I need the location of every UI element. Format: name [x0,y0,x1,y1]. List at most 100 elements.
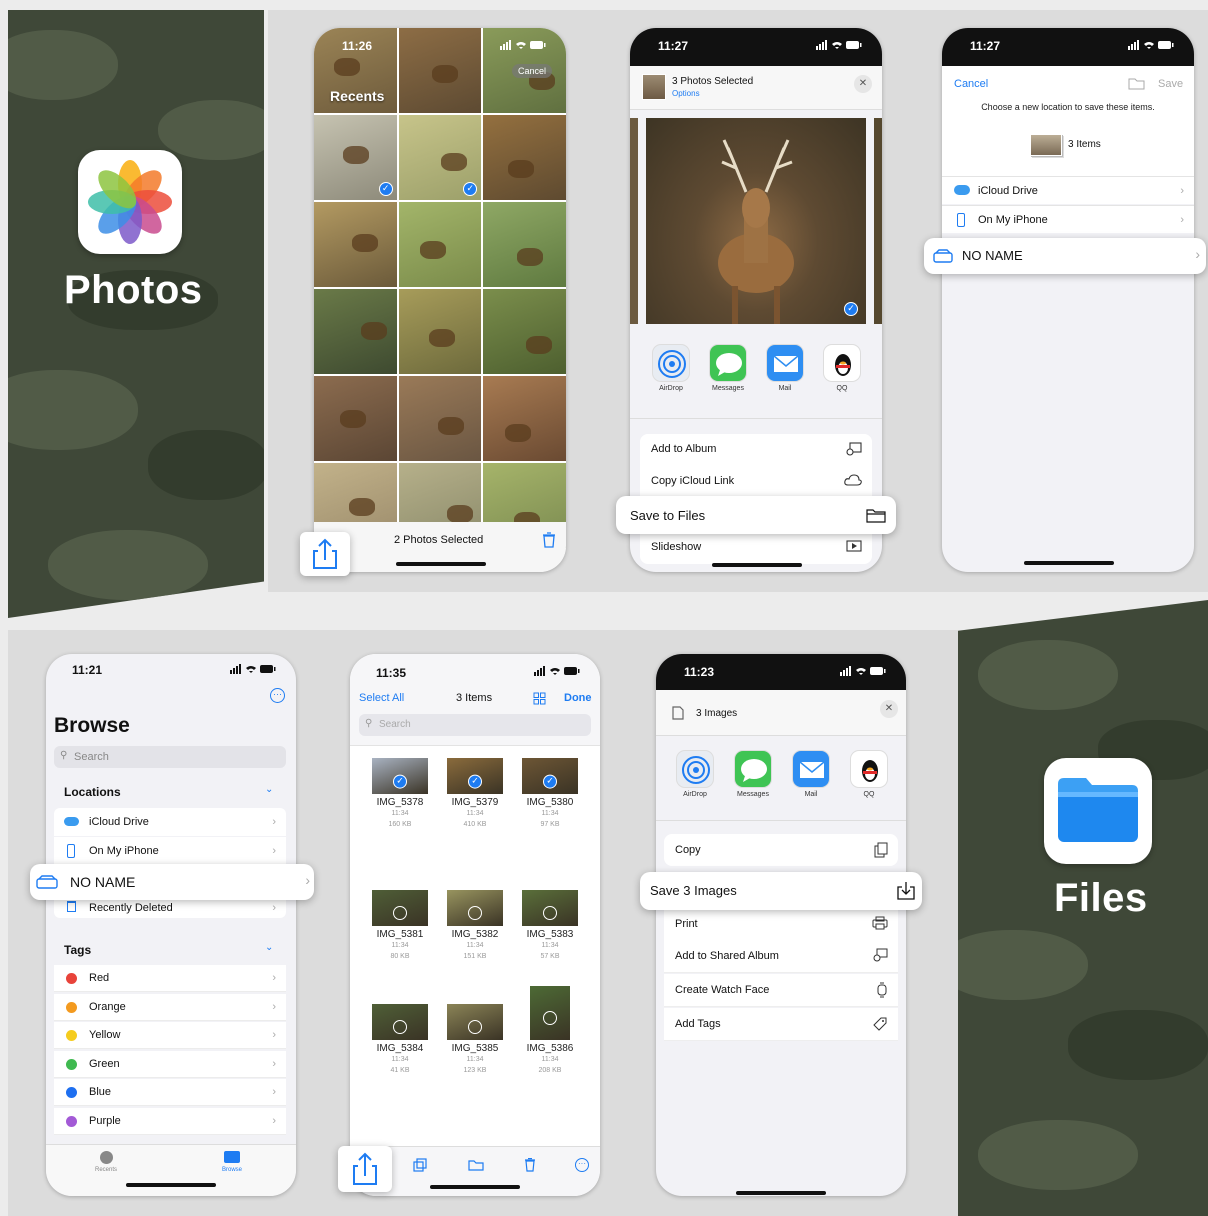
items-count: 3 Items [1068,139,1101,150]
cancel-button[interactable]: Cancel [954,78,988,90]
phone-files-browse: 11:21 ··· Browse ⚲ Search Locations ⌄ iC… [46,654,296,1196]
browse-no-name[interactable]: NO NAME › [30,864,314,900]
chevron-right-icon: › [1195,246,1200,262]
file-thumbnail [447,1004,503,1040]
share-app-qq[interactable]: QQ [819,344,865,392]
tag-blue[interactable]: Blue › [54,1079,286,1107]
photo-thumbnail[interactable] [483,376,566,461]
action-add-to-shared-album[interactable]: Add to Shared Album [664,940,898,973]
file-item[interactable]: IMG_5381 11:34 80 KB [372,890,428,962]
more-options-button[interactable]: ··· [270,688,285,703]
action-print[interactable]: Print [664,908,898,941]
trash-button[interactable] [542,532,556,548]
close-button[interactable]: ✕ [880,700,898,718]
tag-green[interactable]: Green › [54,1050,286,1078]
photo-thumbnail[interactable] [398,202,482,287]
search-field[interactable]: ⚲ Search [359,714,591,736]
file-thumbnail [372,1004,428,1040]
photo-thumbnail[interactable] [398,289,482,374]
tag-color-dot [66,1087,77,1099]
photo-thumbnail[interactable] [483,202,566,287]
share-app-messages[interactable]: Messages [730,750,776,798]
file-item[interactable]: ✓ IMG_5378 11:34 160 KB [372,758,428,830]
files-share-button[interactable] [338,1146,392,1192]
share-header: 3 Images ✕ [656,690,906,736]
share-app-airdrop[interactable]: AirDrop [648,344,694,392]
photo-thumbnail[interactable] [314,289,397,374]
share-app-mail[interactable]: Mail [762,344,808,392]
phone-icon [957,213,965,227]
trash-icon[interactable] [524,1158,536,1172]
tags-header[interactable]: Tags [64,943,91,957]
close-button[interactable]: ✕ [854,75,872,93]
save-images-action[interactable]: Save 3 Images [640,872,922,910]
file-item[interactable]: IMG_5386 11:34 208 KB [522,986,578,1076]
new-folder-button[interactable] [1128,77,1146,90]
folder-icon [224,1151,240,1163]
share-button[interactable] [300,532,350,576]
action-add-tags[interactable]: Add Tags [664,1008,898,1041]
file-item[interactable]: ✓ IMG_5379 11:34 410 KB [447,758,503,830]
share-app-label: Messages [712,385,744,392]
action-slideshow[interactable]: Slideshow [640,532,872,562]
browse-on-my-iphone[interactable]: On My iPhone › [54,837,286,865]
location-no-name[interactable]: NO NAME › [924,238,1206,274]
photos-app-icon [78,150,182,254]
action-add-to-album[interactable]: Add to Album [640,434,872,464]
move-folder-icon[interactable] [468,1159,484,1171]
share-app-messages[interactable]: Messages [705,344,751,392]
action-copy-icloud-link[interactable]: Copy iCloud Link [640,466,872,496]
share-app-airdrop[interactable]: AirDrop [672,750,718,798]
action-create-watch-face[interactable]: Create Watch Face [664,974,898,1007]
save-button[interactable]: Save [1158,78,1183,90]
tag-purple[interactable]: Purple › [54,1108,286,1135]
location-on-my-iphone[interactable]: On My iPhone › [942,205,1194,233]
tag-color-dot [66,1058,77,1070]
chevron-down-icon[interactable]: ⌄ [265,942,273,953]
photo-thumbnail[interactable] [483,115,566,200]
share-app-qq[interactable]: QQ [846,750,892,798]
photo-thumbnail[interactable] [398,376,482,461]
cancel-button[interactable]: Cancel [512,64,553,78]
action-copy[interactable]: Copy [664,834,898,866]
tag-orange[interactable]: Orange › [54,993,286,1021]
tag-yellow[interactable]: Yellow › [54,1022,286,1050]
photo-thumbnail[interactable] [314,376,397,461]
share-app-label: AirDrop [683,791,707,798]
photo-thumbnail[interactable] [314,202,397,287]
save-to-files-action[interactable]: Save to Files [616,496,896,534]
search-placeholder: Search [74,751,109,763]
status-time: 11:23 [684,665,715,679]
options-link[interactable]: Options [672,89,700,98]
location-icloud-drive[interactable]: iCloud Drive › [942,176,1194,204]
browse-icloud-drive[interactable]: iCloud Drive › [54,808,286,836]
photo-thumbnail[interactable]: ✓ [398,115,482,200]
duplicate-icon[interactable] [413,1158,427,1172]
share-app-mail[interactable]: Mail [788,750,834,798]
share-apps-row: AirDrop Messages Mail QQ [656,750,906,810]
search-field[interactable]: ⚲ Search [54,746,286,768]
file-time: 11:34 [541,1056,559,1063]
file-item[interactable]: IMG_5384 11:34 41 KB [372,1004,428,1076]
grid-view-button[interactable] [533,692,546,705]
chevron-down-icon[interactable]: ⌄ [265,784,273,795]
file-item[interactable]: IMG_5385 11:34 123 KB [447,1004,503,1076]
tab-browse[interactable]: Browse [212,1151,252,1173]
file-item[interactable]: ✓ IMG_5380 11:34 97 KB [522,758,578,830]
status-time: 11:35 [376,666,407,680]
file-item[interactable]: IMG_5383 11:34 57 KB [522,890,578,962]
photo-thumbnail[interactable]: ✓ [314,115,397,200]
file-thumbnail: ✓ [447,758,503,794]
tab-recents[interactable]: Recents [86,1151,126,1173]
photo-thumbnail[interactable] [483,289,566,374]
browse-recently-deleted[interactable]: Recently Deleted › [54,898,286,918]
deer-illustration [718,139,794,324]
file-item[interactable]: IMG_5382 11:34 151 KB [447,890,503,962]
select-all-button[interactable]: Select All [359,692,404,704]
deer-silhouette [431,65,458,83]
more-options-button[interactable]: ··· [575,1158,589,1172]
done-button[interactable]: Done [564,692,592,704]
tag-red[interactable]: Red › [54,965,286,992]
locations-header[interactable]: Locations [64,785,121,799]
bottom-toolbar: 2 Photos Selected [314,522,566,572]
